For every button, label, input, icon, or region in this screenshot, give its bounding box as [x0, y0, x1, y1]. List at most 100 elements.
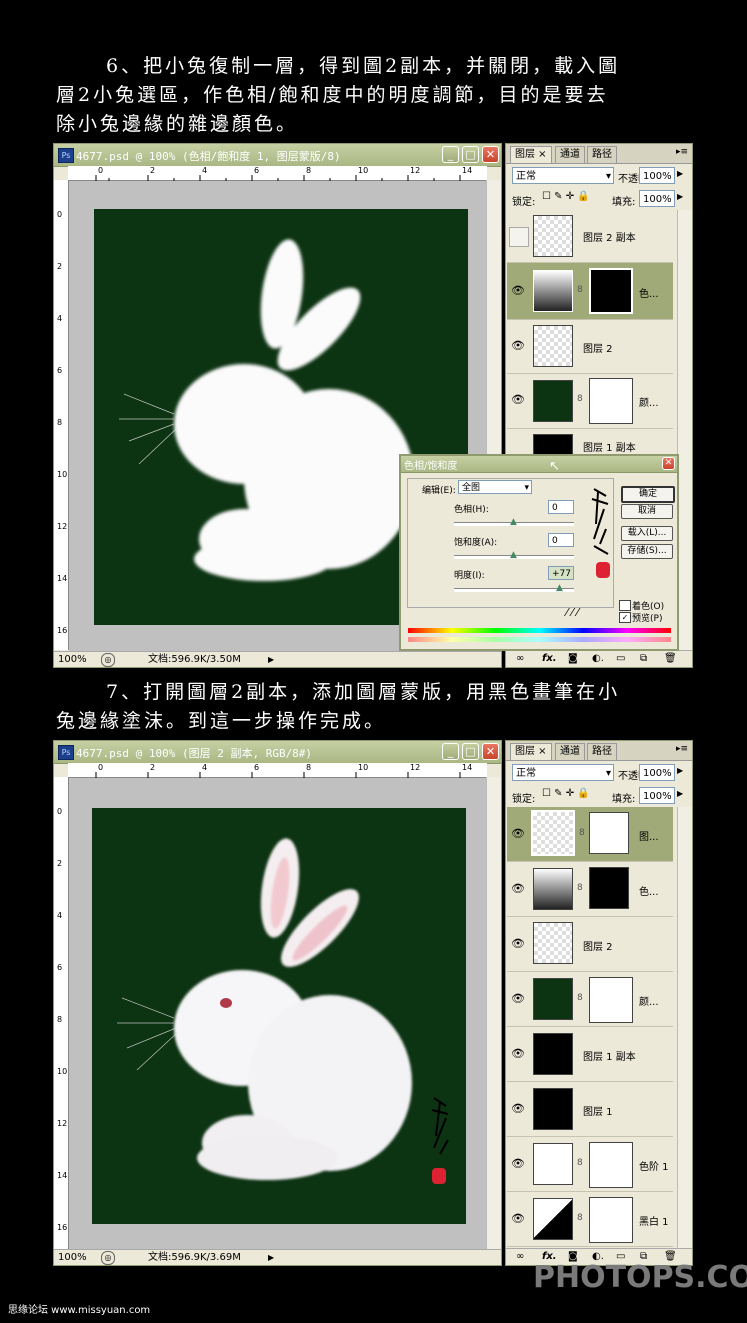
layer-row[interactable]: 👁 图层 2 — [507, 320, 673, 374]
dialog-titlebar[interactable]: 色相/饱和度 ✕ — [401, 456, 677, 473]
mask-thumbnail[interactable] — [589, 378, 633, 424]
eye-icon[interactable]: 👁 — [509, 337, 527, 355]
mask-thumbnail[interactable] — [589, 1197, 633, 1243]
eye-icon[interactable]: 👁 — [509, 990, 527, 1008]
opacity-field[interactable]: 100% — [639, 764, 675, 781]
eye-icon[interactable]: 👁 — [509, 1210, 527, 1228]
link-chain-icon[interactable]: 8 — [577, 883, 583, 893]
status-circle-icon[interactable]: ◎ — [101, 1251, 115, 1265]
mask-thumbnail[interactable] — [589, 812, 629, 854]
tab-channels[interactable]: 通道 — [555, 146, 585, 163]
status-circle-icon[interactable]: ◎ — [101, 653, 115, 667]
tab-layers[interactable]: 图层 × — [510, 146, 552, 163]
ok-button[interactable]: 确定 — [621, 486, 675, 503]
group-folder-icon[interactable]: ▭ — [616, 651, 625, 667]
play-arrow-icon[interactable]: ▶ — [268, 652, 274, 667]
hue-field[interactable]: 0 — [548, 500, 574, 514]
link-chain-icon[interactable]: 8 — [577, 1213, 583, 1223]
eye-icon[interactable]: 👁 — [509, 391, 527, 409]
play-arrow-icon[interactable]: ▶ — [268, 1250, 274, 1265]
layer-row[interactable]: 👁 图层 1 — [507, 1082, 673, 1137]
fill-field[interactable]: 100% — [639, 190, 675, 207]
eyedropper-icons[interactable]: ⁄ ⁄ ⁄ — [566, 606, 579, 619]
zoom-level[interactable]: 100% — [58, 652, 87, 667]
minimize-button[interactable]: _ — [442, 146, 459, 163]
lock-icons[interactable]: ☐ ✎ ✛ 🔒 — [542, 788, 590, 799]
layer-row[interactable]: 👁 8 黑白 1 — [507, 1192, 673, 1247]
dialog-close-button[interactable]: ✕ — [662, 457, 675, 470]
mask-thumbnail[interactable] — [589, 268, 633, 314]
adjustment-layer-icon[interactable]: ◐. — [592, 651, 604, 667]
layer-row[interactable]: 👁 图层 2 — [507, 917, 673, 972]
canvas-area[interactable] — [69, 778, 488, 1251]
slider-thumb-icon[interactable]: ▲ — [556, 583, 563, 593]
fill-arrow-icon[interactable]: ▶ — [677, 192, 683, 201]
blend-mode-select[interactable]: 正常 ▾ — [512, 167, 614, 184]
add-mask-icon[interactable]: ◙ — [568, 651, 578, 667]
document-canvas[interactable] — [92, 808, 466, 1224]
lightness-field[interactable]: +77 — [548, 566, 574, 580]
layer-row[interactable]: 👁 8 颜... — [507, 972, 673, 1027]
layer-row[interactable]: 图层 2 副本 — [507, 210, 673, 263]
edit-select[interactable]: 全图 ▾ — [458, 480, 532, 494]
fx-icon[interactable]: fx. — [542, 651, 557, 667]
maximize-button[interactable]: □ — [462, 146, 479, 163]
blend-mode-select[interactable]: 正常 ▾ — [512, 764, 614, 781]
eye-icon[interactable]: 👁 — [509, 825, 527, 843]
zoom-level[interactable]: 100% — [58, 1250, 87, 1265]
tab-channels[interactable]: 通道 — [555, 743, 585, 760]
slider-thumb-icon[interactable]: ▲ — [510, 517, 517, 527]
opacity-arrow-icon[interactable]: ▶ — [677, 766, 683, 775]
fill-arrow-icon[interactable]: ▶ — [677, 789, 683, 798]
link-chain-icon[interactable]: 8 — [577, 1158, 583, 1168]
panel-scrollbar[interactable] — [677, 210, 692, 650]
tab-paths[interactable]: 路径 — [587, 743, 617, 760]
panel-scrollbar[interactable] — [677, 807, 692, 1249]
colorize-checkbox[interactable] — [619, 600, 631, 611]
mask-thumbnail[interactable] — [589, 977, 633, 1023]
eye-icon[interactable]: 👁 — [509, 1045, 527, 1063]
lock-icons[interactable]: ☐ ✎ ✛ 🔒 — [542, 191, 590, 202]
eye-icon[interactable]: 👁 — [509, 282, 527, 300]
opacity-field[interactable]: 100% — [639, 167, 675, 184]
eye-icon[interactable]: 👁 — [509, 880, 527, 898]
layer-row[interactable]: 👁 8 色阶 1 — [507, 1137, 673, 1192]
maximize-button[interactable]: □ — [462, 743, 479, 760]
panel-menu-icon[interactable]: ▸≡ — [676, 744, 688, 754]
layer-row[interactable]: 👁 8 颜... — [507, 374, 673, 429]
layer-row[interactable]: 👁 8 色... — [507, 862, 673, 917]
link-chain-icon[interactable]: 8 — [577, 394, 583, 404]
panel-menu-icon[interactable]: ▸≡ — [676, 147, 688, 157]
eye-icon[interactable]: 👁 — [509, 1100, 527, 1118]
link-layers-icon[interactable]: ∞ — [516, 651, 524, 667]
mask-thumbnail[interactable] — [589, 867, 629, 909]
tab-paths[interactable]: 路径 — [587, 146, 617, 163]
visibility-toggle[interactable] — [509, 227, 529, 247]
eye-icon[interactable]: 👁 — [509, 1155, 527, 1173]
link-chain-icon[interactable]: 8 — [577, 993, 583, 1003]
slider-thumb-icon[interactable]: ▲ — [510, 550, 517, 560]
close-button[interactable]: ✕ — [482, 743, 499, 760]
link-chain-icon[interactable]: 8 — [579, 828, 585, 838]
opacity-arrow-icon[interactable]: ▶ — [677, 169, 683, 178]
cancel-button[interactable]: 取消 — [621, 504, 673, 519]
close-button[interactable]: ✕ — [482, 146, 499, 163]
minimize-button[interactable]: _ — [442, 743, 459, 760]
new-layer-icon[interactable]: ⧉ — [640, 651, 647, 667]
layer-row[interactable]: 👁 8 图... — [507, 807, 673, 862]
save-button[interactable]: 存储(S)... — [621, 544, 673, 559]
link-layers-icon[interactable]: ∞ — [516, 1249, 524, 1265]
eye-icon[interactable]: 👁 — [509, 935, 527, 953]
preview-checkbox[interactable]: ✓ — [619, 612, 631, 623]
mask-thumbnail[interactable] — [589, 1142, 633, 1188]
tab-layers[interactable]: 图层 × — [510, 743, 552, 760]
layer-row[interactable]: 👁 8 色... — [507, 263, 673, 320]
layer-row[interactable]: 👁 图层 1 副本 — [507, 1027, 673, 1082]
fill-field[interactable]: 100% — [639, 787, 675, 804]
vertical-scrollbar[interactable] — [486, 777, 501, 1251]
window-titlebar[interactable]: Ps 4677.psd @ 100% (色相/飽和度 1, 图层蒙版/8) _ … — [54, 144, 501, 167]
saturation-field[interactable]: 0 — [548, 533, 574, 547]
trash-icon[interactable]: 🗑 — [664, 651, 677, 667]
load-button[interactable]: 载入(L)... — [621, 526, 673, 541]
link-chain-icon[interactable]: 8 — [577, 285, 583, 295]
